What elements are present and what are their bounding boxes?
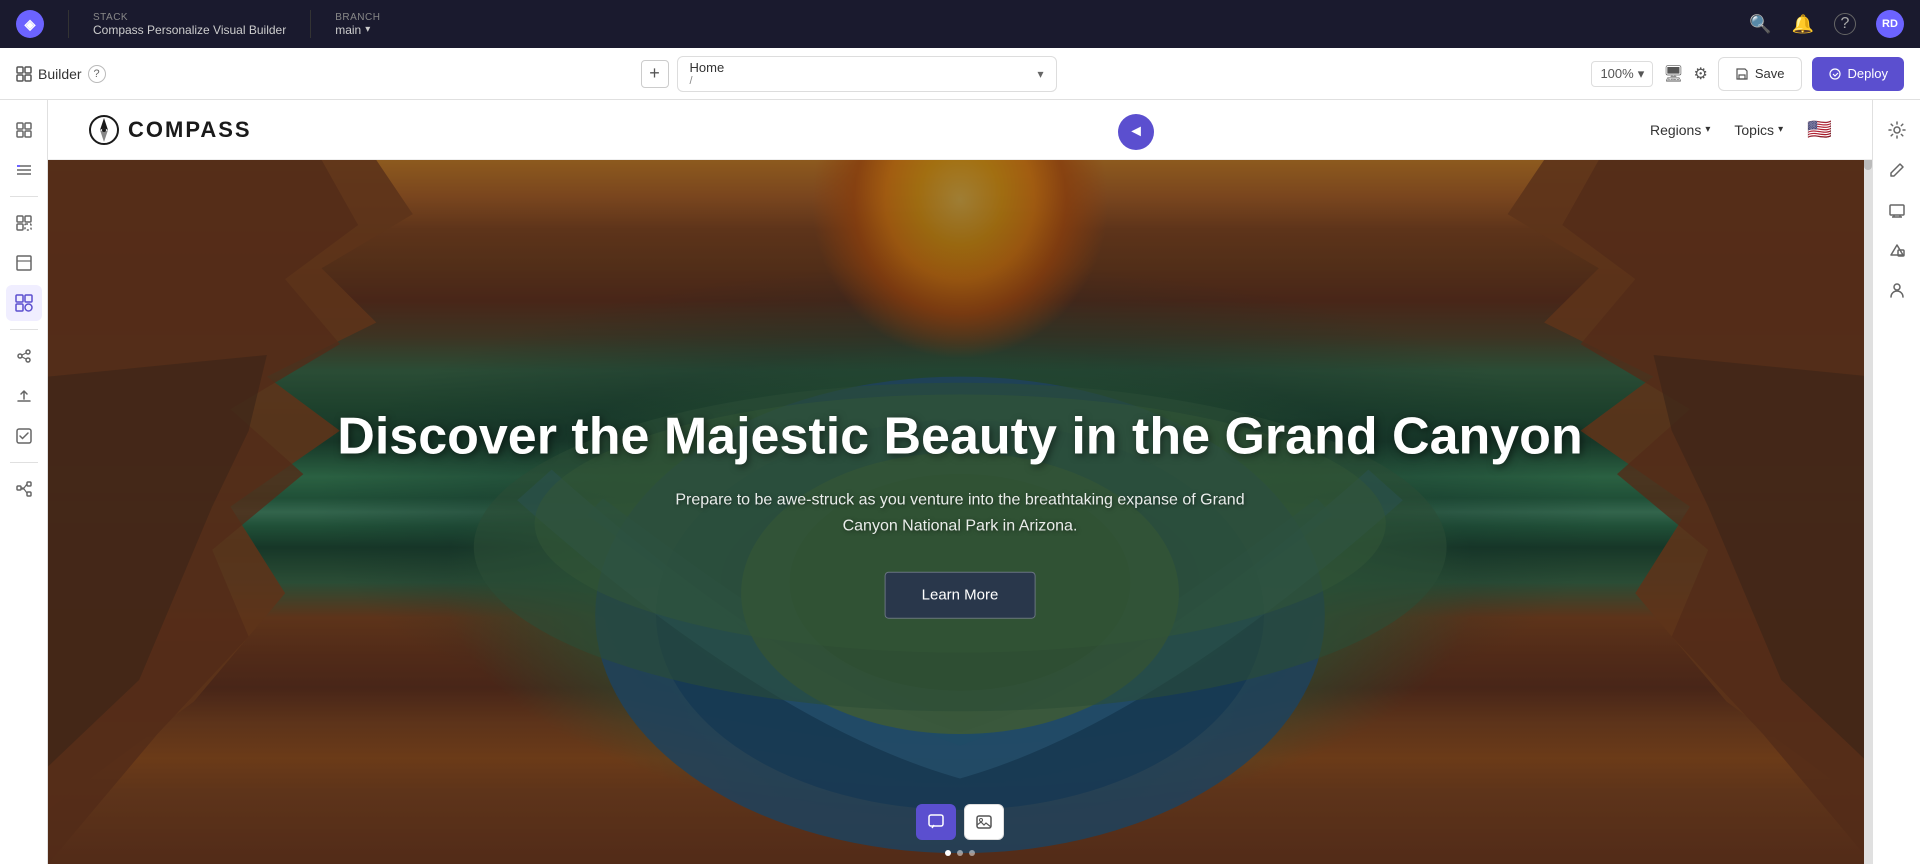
sidebar-frames-icon[interactable] (6, 285, 42, 321)
sidebar-panels-icon[interactable] (6, 245, 42, 281)
device-preview-icon[interactable]: 🖥 (1663, 64, 1683, 84)
user-avatar[interactable]: RD (1876, 10, 1904, 38)
hero-title: Discover the Majestic Beauty in the Gran… (322, 406, 1599, 468)
preview-frame: COMPASS Regions Topics 🇺🇸 ◄ (48, 100, 1872, 864)
deploy-button[interactable]: Deploy (1812, 57, 1904, 91)
sidebar-components-icon[interactable] (6, 205, 42, 241)
deploy-icon (1828, 67, 1842, 81)
right-sidebar (1872, 100, 1920, 864)
sidebar-grid-icon[interactable] (6, 112, 42, 148)
hero-section: Discover the Majestic Beauty in the Gran… (48, 160, 1872, 864)
slide-dot-3[interactable] (969, 850, 975, 856)
slide-dots (945, 850, 975, 856)
right-sidebar-preview-icon[interactable] (1879, 192, 1915, 228)
personalization-indicator[interactable]: ◄ (1118, 114, 1154, 150)
builder-bar-center: + Home / ▾ (118, 56, 1580, 92)
right-sidebar-edit-icon[interactable] (1879, 152, 1915, 188)
builder-icon (16, 66, 32, 82)
zoom-value: 100% (1600, 66, 1633, 81)
branch-info[interactable]: Branch main (335, 12, 380, 37)
zoom-selector[interactable]: 100% ▾ (1591, 61, 1653, 87)
page-path: / (690, 75, 725, 87)
bell-icon[interactable]: 🔔 (1792, 14, 1814, 35)
flag-icon[interactable]: 🇺🇸 (1807, 117, 1832, 142)
comment-toolbar-button[interactable] (916, 804, 956, 840)
site-nav-right: Regions Topics 🇺🇸 (1650, 117, 1832, 142)
sidebar-upload-icon[interactable] (6, 378, 42, 414)
stack-info[interactable]: Stack Compass Personalize Visual Builder (93, 12, 286, 37)
right-sidebar-shapes-icon[interactable] (1879, 232, 1915, 268)
page-settings-icon[interactable]: ⚙ (1694, 64, 1708, 84)
help-icon[interactable]: ? (1834, 13, 1856, 35)
site-logo-text: COMPASS (128, 117, 252, 143)
stack-name: Compass Personalize Visual Builder (93, 23, 286, 37)
builder-bar: Builder ? + Home / ▾ 100% ▾ 🖥 ⚙ Save (0, 48, 1920, 100)
topics-nav-item[interactable]: Topics (1734, 122, 1783, 138)
hero-bottom-toolbar (916, 804, 1004, 840)
top-bar: ◈ Stack Compass Personalize Visual Build… (0, 0, 1920, 48)
top-bar-right: 🔍 🔔 ? RD (1749, 10, 1904, 38)
search-icon[interactable]: 🔍 (1749, 14, 1771, 35)
top-bar-separator-2 (310, 10, 311, 38)
add-page-button[interactable]: + (641, 60, 669, 88)
builder-text: Builder (38, 66, 82, 82)
sidebar-layers-icon[interactable] (6, 152, 42, 188)
page-name: Home (690, 60, 725, 75)
left-sidebar (0, 100, 48, 864)
sidebar-tasks-icon[interactable] (6, 418, 42, 454)
hero-cta-button[interactable]: Learn More (885, 571, 1036, 618)
builder-bar-right: 100% ▾ 🖥 ⚙ Save Deploy (1591, 57, 1904, 91)
top-bar-separator-1 (68, 10, 69, 38)
hero-subtitle: Prepare to be awe-struck as you venture … (660, 488, 1260, 539)
app-logo-icon: ◈ (16, 10, 44, 38)
page-selector[interactable]: Home / ▾ (677, 56, 1057, 92)
builder-label-container: Builder ? (16, 65, 106, 83)
sidebar-integrations-icon[interactable] (6, 338, 42, 374)
sidebar-divider-1 (10, 196, 38, 197)
save-label: Save (1755, 66, 1785, 81)
regions-nav-item[interactable]: Regions (1650, 122, 1710, 138)
page-selector-content: Home / (690, 60, 725, 87)
canvas-scrollbar[interactable] (1864, 100, 1872, 864)
hero-content: Discover the Majestic Beauty in the Gran… (322, 406, 1599, 619)
page-selector-arrow-icon: ▾ (1037, 67, 1043, 81)
media-toolbar-button[interactable] (964, 804, 1004, 840)
builder-help-button[interactable]: ? (88, 65, 106, 83)
save-icon (1735, 67, 1749, 81)
zoom-arrow-icon: ▾ (1638, 66, 1645, 82)
canvas-area: COMPASS Regions Topics 🇺🇸 ◄ (48, 100, 1872, 864)
sidebar-flow-icon[interactable] (6, 471, 42, 507)
slide-dot-1[interactable] (945, 850, 951, 856)
right-sidebar-user-icon[interactable] (1879, 272, 1915, 308)
site-logo: COMPASS (88, 114, 252, 146)
right-sidebar-settings-icon[interactable] (1879, 112, 1915, 148)
app-logo: ◈ (16, 10, 44, 38)
compass-logo-icon (88, 114, 120, 146)
sidebar-divider-3 (10, 462, 38, 463)
sidebar-divider-2 (10, 329, 38, 330)
site-navbar: COMPASS Regions Topics 🇺🇸 (48, 100, 1872, 160)
branch-label: Branch (335, 12, 380, 23)
save-button[interactable]: Save (1718, 57, 1802, 91)
deploy-label: Deploy (1848, 66, 1888, 81)
personalization-arrow-icon: ◄ (1128, 123, 1144, 141)
branch-name: main (335, 23, 380, 37)
stack-label: Stack (93, 12, 286, 23)
main-layout: COMPASS Regions Topics 🇺🇸 ◄ (0, 100, 1920, 864)
slide-dot-2[interactable] (957, 850, 963, 856)
